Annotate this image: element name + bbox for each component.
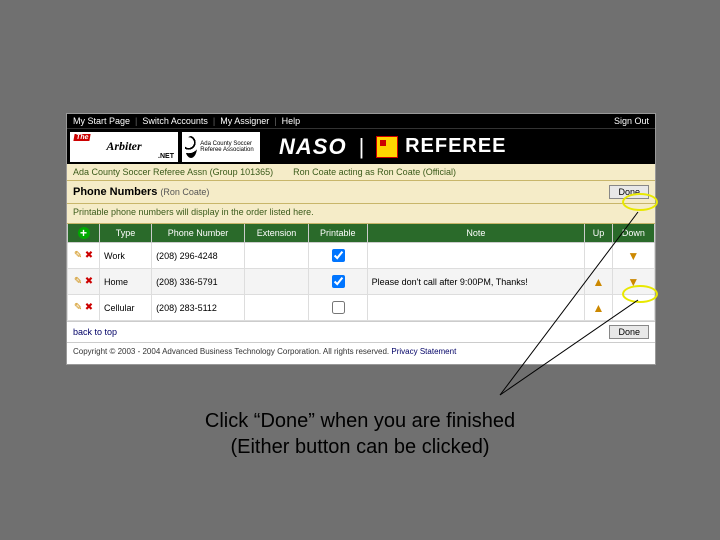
- edit-icon[interactable]: ✎: [74, 302, 82, 313]
- section-header: Phone Numbers (Ron Coate) Done: [67, 181, 655, 204]
- cell-note: [367, 295, 585, 321]
- header-up: Up: [585, 224, 613, 243]
- soccer-ball-icon: [185, 136, 197, 158]
- back-to-top-link[interactable]: back to top: [73, 327, 117, 337]
- down-arrow-icon[interactable]: ▼: [627, 275, 639, 289]
- cell-type: Home: [100, 269, 152, 295]
- referee-wordmark: REFEREE: [405, 135, 506, 157]
- delete-icon[interactable]: ✖: [85, 250, 93, 261]
- header-add: +: [68, 224, 100, 243]
- cell-phone: (208) 296-4248: [152, 243, 245, 269]
- cell-ext: [245, 269, 309, 295]
- banner-divider: |: [359, 134, 365, 160]
- top-nav: My Start Page | Switch Accounts | My Ass…: [67, 114, 655, 128]
- cell-note: Please don't call after 9:00PM, Thanks!: [367, 269, 585, 295]
- breadcrumb: Ada County Soccer Referee Assn (Group 10…: [67, 164, 655, 181]
- header-note: Note: [367, 224, 585, 243]
- table-row: ✎ ✖ Cellular(208) 283-5112 ▲: [68, 295, 655, 321]
- table-row: ✎ ✖ Home(208) 336-5791 Please don't call a…: [68, 269, 655, 295]
- footer-bar: back to top Done: [67, 321, 655, 342]
- privacy-link[interactable]: Privacy Statement: [391, 347, 456, 356]
- cell-phone: (208) 336-5791: [152, 269, 245, 295]
- copyright-text: Copyright © 2003 - 2004 Advanced Busines…: [73, 347, 389, 356]
- printable-checkbox[interactable]: [332, 301, 345, 314]
- arbiter-wordmark: Arbiter: [106, 139, 141, 154]
- edit-icon[interactable]: ✎: [74, 250, 82, 261]
- up-arrow-icon[interactable]: ▲: [593, 275, 605, 289]
- header-down: Down: [612, 224, 654, 243]
- acting-as-label: Ron Coate acting as Ron Coate (Official): [293, 167, 456, 177]
- delete-icon[interactable]: ✖: [85, 302, 93, 313]
- page-subtitle: (Ron Coate): [160, 187, 209, 197]
- arbiter-net: .NET: [158, 153, 174, 160]
- caption-line-1: Click “Done” when you are finished: [0, 410, 720, 433]
- referee-flag-icon: [376, 136, 398, 158]
- association-logo: Ada County Soccer Referee Association: [181, 131, 261, 163]
- edit-icon[interactable]: ✎: [74, 276, 82, 287]
- header-ext: Extension: [245, 224, 309, 243]
- header-printable: Printable: [308, 224, 367, 243]
- done-button-top[interactable]: Done: [609, 185, 649, 199]
- table-row: ✎ ✖ Work(208) 296-4248 ▼: [68, 243, 655, 269]
- arbiter-logo: The Arbiter .NET: [69, 131, 179, 163]
- cell-type: Work: [100, 243, 152, 269]
- cell-ext: [245, 243, 309, 269]
- cell-ext: [245, 295, 309, 321]
- cell-phone: (208) 283-5112: [152, 295, 245, 321]
- cell-type: Cellular: [100, 295, 152, 321]
- header-type: Type: [100, 224, 152, 243]
- page-title: Phone Numbers: [73, 186, 157, 198]
- nav-my-assigner[interactable]: My Assigner: [220, 116, 269, 126]
- done-button-bottom[interactable]: Done: [609, 325, 649, 339]
- phone-table: + Type Phone Number Extension Printable …: [67, 224, 655, 321]
- cell-note: [367, 243, 585, 269]
- printable-checkbox[interactable]: [332, 249, 345, 262]
- nav-sign-out[interactable]: Sign Out: [614, 116, 649, 126]
- add-icon[interactable]: +: [78, 227, 90, 239]
- printable-checkbox[interactable]: [332, 275, 345, 288]
- group-label: Ada County Soccer Referee Assn (Group 10…: [73, 167, 273, 177]
- arbiter-the-badge: The: [73, 134, 91, 141]
- nav-help[interactable]: Help: [282, 116, 301, 126]
- header-phone: Phone Number: [152, 224, 245, 243]
- naso-logo: NASO: [279, 134, 347, 160]
- association-name: Ada County Soccer Referee Association: [200, 141, 260, 153]
- nav-start[interactable]: My Start Page: [73, 116, 130, 126]
- up-arrow-icon[interactable]: ▲: [593, 301, 605, 315]
- app-window: My Start Page | Switch Accounts | My Ass…: [66, 113, 656, 365]
- banner: The Arbiter .NET Ada County Soccer Refer…: [67, 128, 655, 164]
- section-hint: Printable phone numbers will display in …: [67, 204, 655, 224]
- caption-line-2: (Either button can be clicked): [0, 436, 720, 459]
- down-arrow-icon[interactable]: ▼: [627, 249, 639, 263]
- delete-icon[interactable]: ✖: [85, 276, 93, 287]
- nav-switch-accounts[interactable]: Switch Accounts: [142, 116, 208, 126]
- copyright: Copyright © 2003 - 2004 Advanced Busines…: [67, 342, 655, 364]
